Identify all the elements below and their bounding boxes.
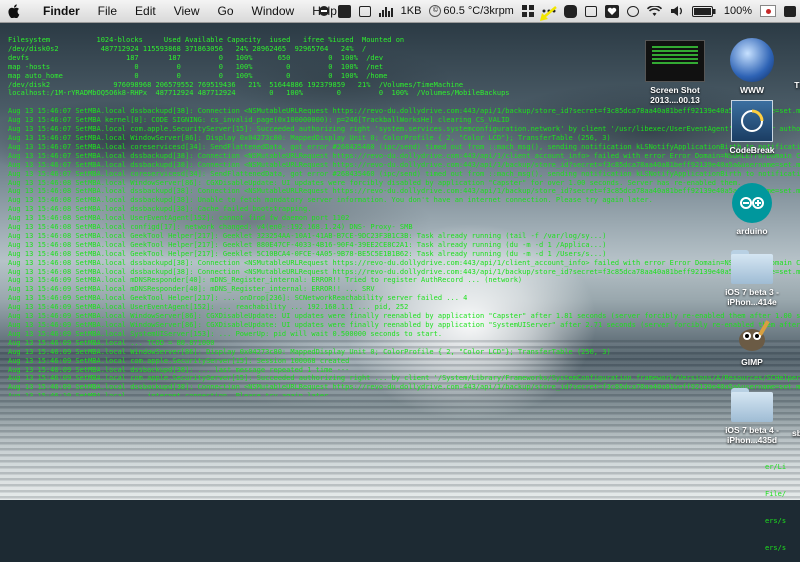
gimp-icon: [732, 318, 772, 354]
log-line: Aug 13 15:46:07 SetMBA.local WindowServe…: [8, 133, 611, 142]
evernote-icon[interactable]: [563, 4, 577, 18]
log-line: Aug 13 15:46:08 SetMBA.local dssbackupd[…: [8, 196, 653, 205]
log-fragment-line: er/Li: [765, 463, 787, 471]
log-line: Aug 13 15:46:07 SetMBA kernel[0]: CODE S…: [8, 116, 510, 125]
log-line: Aug 13 15:46:08 SetMBA.local GeekTool He…: [8, 249, 607, 258]
log-line: Aug 13 15:46:09 SetMBA.local com.apple.S…: [8, 374, 800, 383]
arduino-icon: [732, 183, 772, 223]
log-line: Aug 13 15:46:09 SetMBA.local SystemUISer…: [8, 329, 443, 338]
heart-icon[interactable]: [604, 4, 619, 18]
log-line: Aug 13 15:46:09 SetMBA.local com.apple.S…: [8, 356, 350, 365]
desktop-icon-ti[interactable]: Ti: [788, 80, 800, 90]
log-line: Aug 13 15:46:08 SetMBA.local configd[17]…: [8, 223, 413, 232]
log-fragment-line: File/: [765, 490, 787, 498]
temperature-monitor[interactable]: © 60.5 °C/3krpm: [429, 5, 514, 17]
desktop-icon-ios7beta4[interactable]: iOS 7 beta 4 - iPhon...435d: [716, 388, 788, 445]
log-fragment-line: ers/s: [765, 517, 787, 525]
menu-bar: Finder File Edit View Go Window Help 1KB…: [0, 0, 800, 23]
temperature-value: 60.5 °C/3krpm: [443, 5, 514, 17]
menu-file[interactable]: File: [89, 0, 126, 22]
log-line: Aug 13 15:46:07 SetMBA.local dssbackupd[…: [8, 151, 800, 160]
desktop-icon-label: iPhon...435d: [726, 435, 778, 445]
wifi-icon[interactable]: [646, 5, 662, 17]
folder-icon: [731, 250, 773, 284]
log-line: Aug 13 15:46:09 SetMBA.local ... TCOD = …: [8, 338, 215, 347]
desktop-icon-arduino[interactable]: arduino: [724, 183, 780, 236]
log-line: Aug 13 15:46:09 SetMBA.local mDNSRespond…: [8, 285, 375, 294]
camera-icon[interactable]: [337, 4, 351, 18]
menu-app-name[interactable]: Finder: [34, 0, 89, 22]
desktop-icon-label: iOS 7 beta 3 -: [725, 287, 779, 297]
desktop-icon-label: WWW: [739, 85, 765, 95]
codebreak-app-icon: [731, 100, 773, 142]
log-line: Aug 13 15:46:07 SetMBA.local dssbackupd[…: [8, 160, 800, 169]
log-line: Aug 13 15:46:08 SetMBA.local GeekTool He…: [8, 240, 607, 249]
desktop-icon-label: CodeBreak: [729, 145, 775, 155]
battery-icon[interactable]: [691, 5, 716, 17]
log-line: Aug 13 15:46:07 SetMBA.local dssbackupd[…: [8, 107, 800, 116]
clipboard-icon[interactable]: [584, 5, 597, 17]
log-line: Aug 13 15:46:08 SetMBA.local WindowServe…: [8, 178, 742, 187]
log-fragment-line: ers/s: [765, 544, 787, 552]
log-line: Aug 13 15:46:09 SetMBA.local GeekTool He…: [8, 294, 468, 303]
desktop-icon-label: 2013....00.13: [650, 95, 700, 105]
desktop-icon-label: iPhon...414e: [727, 297, 777, 307]
log-line: Aug 13 15:46:09 SetMBA.local dssbackupd[…: [8, 365, 350, 374]
keyboard-layout-icon[interactable]: [760, 5, 776, 17]
menu-window[interactable]: Window: [243, 0, 304, 22]
battery-percent[interactable]: 100%: [724, 5, 752, 17]
log-fragment: er/Li File/ ers/s ers/s: [765, 445, 800, 562]
desktop-icon-www[interactable]: WWW: [724, 38, 780, 95]
log-line: Aug 13 15:46:09 SetMBA.local mDNSRespond…: [8, 276, 523, 285]
desktop-icon-sb[interactable]: sb: [786, 428, 800, 438]
globe-icon: [730, 38, 774, 82]
grid-icon[interactable]: [521, 5, 534, 17]
log-line: Aug 13 15:46:09 SetMBA.local WindowServe…: [8, 312, 800, 321]
log-line: Aug 13 15:46:07 SetMBA.local coreservice…: [8, 142, 800, 151]
log-line: Aug 13 15:46:08 SetMBA.local dssbackupd[…: [8, 187, 800, 196]
desktop-icon-label: GIMP: [741, 357, 763, 367]
temperature-sensor-icon: ©: [429, 5, 442, 17]
menu-go[interactable]: Go: [209, 0, 243, 22]
menu-view[interactable]: View: [165, 0, 209, 22]
box-icon[interactable]: [358, 5, 371, 17]
log-line: Aug 13 15:46:08 SetMBA.local dssbackupd[…: [8, 205, 312, 214]
folder-icon: [731, 388, 773, 422]
log-line: Aug 13 15:46:09 SetMBA.local UserEventAg…: [8, 303, 409, 312]
log-line: Aug 13 15:46:07 SetMBA.local com.apple.S…: [8, 125, 800, 134]
volume-icon[interactable]: [670, 5, 684, 17]
desktop-icon-gimp[interactable]: GIMP: [724, 318, 780, 367]
desktop-icon-label: sb: [792, 428, 800, 438]
log-line: Aug 13 15:46:09 SetMBA.local dssbackupd[…: [8, 383, 800, 392]
screenshot-thumbnail-icon: [645, 40, 705, 82]
do-not-disturb-icon[interactable]: [318, 5, 330, 17]
extra-menu-icon[interactable]: [784, 5, 796, 17]
desktop-icon-label: iOS 7 beta 4 -: [725, 425, 779, 435]
apple-menu-icon[interactable]: [8, 3, 22, 19]
desktop-icon-label: Ti: [794, 80, 800, 90]
log-line: Aug 13 15:46:07 SetMBA.local coreservice…: [8, 169, 800, 178]
desktop-icon-screenshot[interactable]: Screen Shot 2013....00.13: [638, 40, 712, 105]
menu-edit[interactable]: Edit: [126, 0, 165, 22]
network-speed-label[interactable]: 1KB: [401, 5, 422, 17]
annotation-arrow-icon: [540, 6, 557, 21]
log-line: Aug 13 15:46:08 SetMBA.local UserEventAg…: [8, 214, 350, 223]
desktop-icon-ios7beta3[interactable]: iOS 7 beta 3 - iPhon...414e: [716, 250, 788, 307]
desktop-icon-codebreak[interactable]: CodeBreak: [724, 100, 780, 155]
log-line: Aug 13 15:46:10 SetMBA.local ... interne…: [8, 392, 800, 396]
log-line: Aug 13 15:46:09 SetMBA.local WindowServe…: [8, 347, 611, 356]
log-line: Aug 13 15:46:09 SetMBA.local WindowServe…: [8, 321, 800, 329]
log-line: Aug 13 15:46:08 SetMBA.local dssbackupd[…: [8, 258, 800, 267]
dropbox-icon[interactable]: [626, 5, 639, 17]
log-line: Aug 13 15:46:08 SetMBA.local GeekTool He…: [8, 231, 607, 240]
desktop-icon-label: arduino: [736, 226, 768, 236]
bars-icon[interactable]: [378, 5, 393, 17]
desktop-icon-label: Screen Shot: [650, 85, 700, 95]
log-line: Aug 13 15:46:08 SetMBA.local dssbackupd[…: [8, 267, 800, 276]
